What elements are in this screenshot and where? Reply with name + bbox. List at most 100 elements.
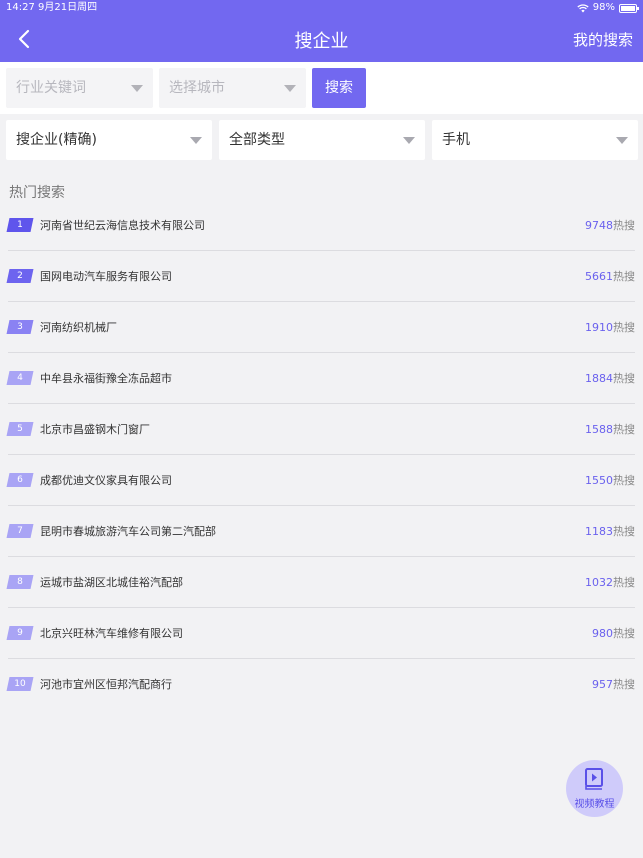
company-name: 河南省世纪云海信息技术有限公司 [40, 219, 205, 232]
company-name: 成都优迪文仪家具有限公司 [40, 474, 172, 487]
company-name: 河南纺织机械厂 [40, 321, 117, 334]
heat-value: 1032 [585, 576, 613, 589]
rank-number: 1 [17, 220, 23, 230]
heat-count: 957热搜 [592, 676, 635, 692]
company-name: 中牟县永福街豫全冻品超市 [40, 372, 172, 385]
company-name: 运城市盐湖区北城佳裕汽配部 [40, 576, 183, 589]
heat-suffix: 热搜 [613, 576, 635, 589]
rank-badge: 9 [6, 626, 34, 640]
list-item[interactable]: 2 国网电动汽车服务有限公司 5661热搜 [6, 251, 635, 302]
list-item[interactable]: 9 北京兴旺林汽车维修有限公司 980热搜 [6, 608, 635, 659]
heat-value: 5661 [585, 270, 613, 283]
keyword-placeholder: 行业关键词 [16, 80, 86, 96]
page-title: 搜企业 [294, 31, 349, 52]
chevron-down-icon [403, 137, 415, 144]
hot-search-title: 热门搜索 [9, 185, 65, 201]
status-date: 9月21日周四 [38, 2, 98, 13]
heat-count: 9748热搜 [585, 217, 635, 233]
list-item[interactable]: 5 北京市昌盛钢木门窗厂 1588热搜 [6, 404, 635, 455]
rank-badge: 1 [6, 218, 34, 232]
list-item[interactable]: 3 河南纺织机械厂 1910热搜 [6, 302, 635, 353]
rank-number: 7 [17, 526, 23, 536]
heat-suffix: 热搜 [613, 423, 635, 436]
my-search-button[interactable]: 我的搜索 [573, 29, 633, 50]
company-name: 北京市昌盛钢木门窗厂 [40, 423, 150, 436]
list-item[interactable]: 1 河南省世纪云海信息技术有限公司 9748热搜 [6, 200, 635, 251]
mode-select[interactable]: 搜企业(精确) [6, 120, 212, 160]
chevron-down-icon [190, 137, 202, 144]
heat-suffix: 热搜 [613, 474, 635, 487]
list-item[interactable]: 8 运城市盐湖区北城佳裕汽配部 1032热搜 [6, 557, 635, 608]
rank-badge: 8 [6, 575, 34, 589]
hot-search-list: 1 河南省世纪云海信息技术有限公司 9748热搜 2 国网电动汽车服务有限公司 5661热… [6, 200, 635, 710]
list-item[interactable]: 7 昆明市春城旅游汽车公司第二汽配部 1183热搜 [6, 506, 635, 557]
search-button[interactable]: 搜索 [312, 68, 366, 108]
company-name: 北京兴旺林汽车维修有限公司 [40, 627, 183, 640]
rank-badge: 6 [6, 473, 34, 487]
rank-number: 2 [17, 271, 23, 281]
heat-count: 1588热搜 [585, 421, 635, 437]
heat-value: 1588 [585, 423, 613, 436]
heat-count: 5661热搜 [585, 268, 635, 284]
list-item[interactable]: 10 河池市宜州区恒邦汽配商行 957热搜 [6, 659, 635, 710]
rank-badge: 4 [6, 371, 34, 385]
battery-percent: 98% [592, 2, 615, 13]
status-bar: 14:27 9月21日周四 98% [0, 0, 643, 18]
rank-badge: 10 [6, 677, 34, 691]
heat-count: 980热搜 [592, 625, 635, 641]
contact-select[interactable]: 手机 [432, 120, 638, 160]
heat-value: 1884 [585, 372, 613, 385]
heat-suffix: 热搜 [613, 321, 635, 334]
video-book-icon [585, 768, 603, 790]
rank-number: 10 [14, 679, 26, 689]
list-item[interactable]: 6 成都优迪文仪家具有限公司 1550热搜 [6, 455, 635, 506]
rank-number: 3 [17, 322, 23, 332]
heat-suffix: 热搜 [613, 525, 635, 538]
rank-number: 4 [17, 373, 23, 383]
search-bar: 行业关键词 选择城市 搜索 [0, 62, 643, 114]
heat-suffix: 热搜 [613, 270, 635, 283]
rank-badge: 5 [6, 422, 34, 436]
type-label: 全部类型 [229, 132, 285, 148]
heat-value: 1183 [585, 525, 613, 538]
contact-label: 手机 [442, 132, 470, 148]
heat-count: 1032热搜 [585, 574, 635, 590]
filter-bar: 搜企业(精确) 全部类型 手机 [0, 114, 643, 170]
status-right: 98% [577, 0, 639, 16]
company-name: 河池市宜州区恒邦汽配商行 [40, 678, 172, 691]
chevron-down-icon [284, 85, 296, 92]
status-time: 14:27 [6, 2, 35, 13]
heat-count: 1183热搜 [585, 523, 635, 539]
heat-value: 980 [592, 627, 613, 640]
heat-count: 1910热搜 [585, 319, 635, 335]
battery-icon [619, 3, 639, 13]
heat-count: 1550热搜 [585, 472, 635, 488]
mode-label: 搜企业(精确) [16, 132, 97, 148]
heat-value: 1550 [585, 474, 613, 487]
city-select[interactable]: 选择城市 [159, 68, 306, 108]
chevron-down-icon [131, 85, 143, 92]
chevron-down-icon [616, 137, 628, 144]
heat-suffix: 热搜 [613, 678, 635, 691]
heat-suffix: 热搜 [613, 372, 635, 385]
wifi-icon [577, 3, 589, 12]
top-bar: 14:27 9月21日周四 98% 搜企业 我的搜索 [0, 0, 643, 62]
list-item[interactable]: 4 中牟县永福街豫全冻品超市 1884热搜 [6, 353, 635, 404]
video-tutorial-button[interactable]: 视频教程 [566, 760, 623, 817]
rank-number: 5 [17, 424, 23, 434]
keyword-input[interactable]: 行业关键词 [6, 68, 153, 108]
company-name: 国网电动汽车服务有限公司 [40, 270, 172, 283]
heat-suffix: 热搜 [613, 219, 635, 232]
video-tutorial-label: 视频教程 [574, 799, 615, 810]
heat-value: 1910 [585, 321, 613, 334]
rank-number: 9 [17, 628, 23, 638]
heat-value: 957 [592, 678, 613, 691]
rank-number: 8 [17, 577, 23, 587]
company-name: 昆明市春城旅游汽车公司第二汽配部 [40, 525, 216, 538]
city-placeholder: 选择城市 [169, 80, 225, 96]
hot-search-section: 热门搜索 1 河南省世纪云海信息技术有限公司 9748热搜 2 国网电动汽车服务有限公司… [0, 170, 643, 858]
rank-number: 6 [17, 475, 23, 485]
type-select[interactable]: 全部类型 [219, 120, 425, 160]
rank-badge: 2 [6, 269, 34, 283]
heat-count: 1884热搜 [585, 370, 635, 386]
